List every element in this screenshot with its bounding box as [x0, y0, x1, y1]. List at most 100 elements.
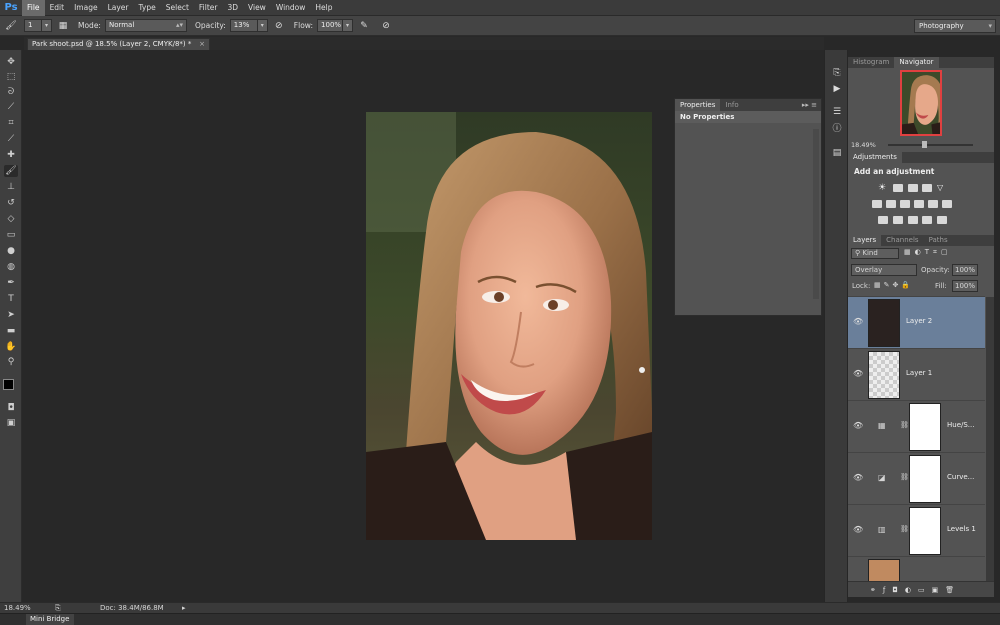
brush-presets-panel-icon[interactable]: ▤	[829, 146, 845, 160]
posterize-icon[interactable]	[893, 216, 903, 224]
quick-select-tool-icon[interactable]: ⟋	[4, 101, 18, 113]
levels-icon[interactable]	[893, 184, 903, 192]
airbrush-icon[interactable]: ✎	[357, 19, 371, 33]
actions-panel-icon[interactable]: ▶	[829, 82, 845, 96]
brush-size-dropdown[interactable]: ▾	[42, 19, 52, 32]
menu-edit[interactable]: Edit	[45, 0, 70, 16]
layer-row-layer-1[interactable]: 👁 Layer 1	[848, 348, 985, 400]
layers-footer-buttons[interactable]: ⚭ƒ◘◐▭▣🗑	[848, 581, 994, 597]
properties-panel-icon[interactable]: ☰	[829, 105, 845, 119]
chain-link-icon[interactable]: ⛓	[900, 473, 909, 481]
menu-help[interactable]: Help	[310, 0, 337, 16]
navigator-thumbnail[interactable]	[900, 70, 942, 136]
tab-properties[interactable]: Properties	[675, 99, 721, 111]
navigator-zoom-slider[interactable]	[888, 144, 973, 146]
tab-channels[interactable]: Channels	[881, 235, 923, 246]
healing-brush-tool-icon[interactable]: ✚	[4, 149, 18, 161]
layer-opacity-field[interactable]: 100%	[952, 264, 978, 276]
blur-tool-icon[interactable]: ●	[4, 245, 18, 257]
tab-histogram[interactable]: Histogram	[848, 57, 894, 68]
brush-tool-icon[interactable]: 🖌	[4, 165, 18, 177]
layer-row-hue-saturation[interactable]: 👁 ▦ ⛓ Hue/S...	[848, 400, 985, 452]
screen-mode-icon[interactable]: ▣	[4, 417, 18, 429]
panel-menu-icon[interactable]: ▸▸ ≡	[802, 99, 817, 111]
brush-panel-toggle-icon[interactable]: ▦	[56, 19, 70, 33]
layer-mask-thumbnail[interactable]	[909, 507, 941, 555]
menu-type[interactable]: Type	[134, 0, 161, 16]
pen-tool-icon[interactable]: ✒	[4, 277, 18, 289]
shape-tool-icon[interactable]: ▬	[4, 325, 18, 337]
zoom-slider-handle[interactable]	[922, 141, 927, 148]
layers-scrollbar[interactable]	[986, 297, 994, 581]
menu-3d[interactable]: 3D	[222, 0, 243, 16]
layer-filter-icons[interactable]: ▦◐T⌗▢	[904, 248, 992, 259]
brush-size-picker[interactable]: 1	[24, 19, 42, 32]
clone-stamp-tool-icon[interactable]: ⊥	[4, 181, 18, 193]
flow-dropdown[interactable]: ▾	[343, 19, 354, 32]
tab-paths[interactable]: Paths	[924, 235, 953, 246]
close-icon[interactable]: ×	[199, 39, 205, 50]
gradient-map-icon[interactable]	[922, 216, 932, 224]
chain-link-icon[interactable]: ⛓	[900, 525, 909, 533]
layer-filter-select[interactable]: ⚲ Kind	[851, 248, 899, 259]
menu-image[interactable]: Image	[69, 0, 103, 16]
workspace-select[interactable]: Photography ▾	[914, 19, 996, 33]
eraser-tool-icon[interactable]: ◇	[4, 213, 18, 225]
visibility-eye-icon[interactable]: 👁	[853, 525, 863, 534]
mini-bridge-tab[interactable]: Mini Bridge	[26, 614, 74, 625]
tab-adjustments[interactable]: Adjustments	[848, 152, 902, 163]
lasso-tool-icon[interactable]: ᘐ	[4, 86, 18, 98]
layer-row-background[interactable]	[848, 556, 985, 581]
marquee-tool-icon[interactable]: ⬚	[4, 71, 18, 83]
visibility-eye-icon[interactable]: 👁	[853, 317, 863, 326]
photo-filter-icon[interactable]	[914, 200, 924, 208]
hue-saturation-icon[interactable]	[872, 200, 882, 208]
zoom-tool-icon[interactable]: ⚲	[4, 356, 18, 368]
layer-mask-thumbnail[interactable]	[909, 455, 941, 503]
menu-filter[interactable]: Filter	[194, 0, 223, 16]
menu-select[interactable]: Select	[161, 0, 194, 16]
channel-mixer-icon[interactable]	[928, 200, 938, 208]
threshold-icon[interactable]	[908, 216, 918, 224]
black-white-icon[interactable]	[900, 200, 910, 208]
pressure-opacity-icon[interactable]: ⊘	[272, 19, 286, 33]
dodge-tool-icon[interactable]: ◍	[4, 261, 18, 273]
exposure-icon[interactable]	[922, 184, 932, 192]
color-balance-icon[interactable]	[886, 200, 896, 208]
history-brush-tool-icon[interactable]: ↺	[4, 197, 18, 209]
layer-row-layer-2[interactable]: 👁 Layer 2	[848, 296, 985, 348]
properties-scrollbar[interactable]	[813, 129, 819, 299]
history-panel-icon[interactable]: ⎘	[829, 66, 845, 80]
visibility-eye-icon[interactable]: 👁	[853, 473, 863, 482]
tab-navigator[interactable]: Navigator	[894, 57, 939, 68]
flow-field[interactable]: 100%	[317, 19, 344, 32]
brush-tool-preset-icon[interactable]: 🖌	[4, 19, 18, 33]
gradient-tool-icon[interactable]: ▭	[4, 229, 18, 241]
document-canvas-photo[interactable]	[366, 112, 652, 540]
pressure-size-icon[interactable]: ⊘	[379, 19, 393, 33]
type-tool-icon[interactable]: T	[4, 293, 18, 305]
blend-mode-select[interactable]: Overlay	[851, 264, 917, 276]
menu-layer[interactable]: Layer	[103, 0, 134, 16]
invert-icon[interactable]	[878, 216, 888, 224]
layer-row-curves[interactable]: 👁 ◪ ⛓ Curve...	[848, 452, 985, 504]
foreground-color-swatch[interactable]	[3, 379, 14, 390]
eyedropper-tool-icon[interactable]: ⟋	[4, 133, 18, 145]
fill-field[interactable]: 100%	[952, 280, 978, 292]
hand-tool-icon[interactable]: ✋	[4, 341, 18, 353]
document-tab[interactable]: Park shoot.psd @ 18.5% (Layer 2, CMYK/8*…	[27, 38, 210, 50]
menu-window[interactable]: Window	[271, 0, 311, 16]
visibility-eye-icon[interactable]: 👁	[853, 421, 863, 430]
info-panel-icon[interactable]: ⓘ	[829, 122, 845, 136]
menu-file[interactable]: File	[22, 0, 45, 16]
mode-select[interactable]: Normal ▴▾	[104, 19, 187, 32]
path-selection-tool-icon[interactable]: ➤	[4, 309, 18, 321]
opacity-field[interactable]: 13%	[229, 19, 258, 32]
crop-tool-icon[interactable]: ⌗	[4, 117, 18, 129]
quick-mask-icon[interactable]: ◘	[4, 402, 18, 414]
chain-link-icon[interactable]: ⛓	[900, 421, 909, 429]
menu-view[interactable]: View	[243, 0, 271, 16]
visibility-eye-icon[interactable]: 👁	[853, 369, 863, 378]
vibrance-icon[interactable]: ▽	[937, 184, 947, 192]
tab-info[interactable]: Info	[720, 99, 743, 111]
